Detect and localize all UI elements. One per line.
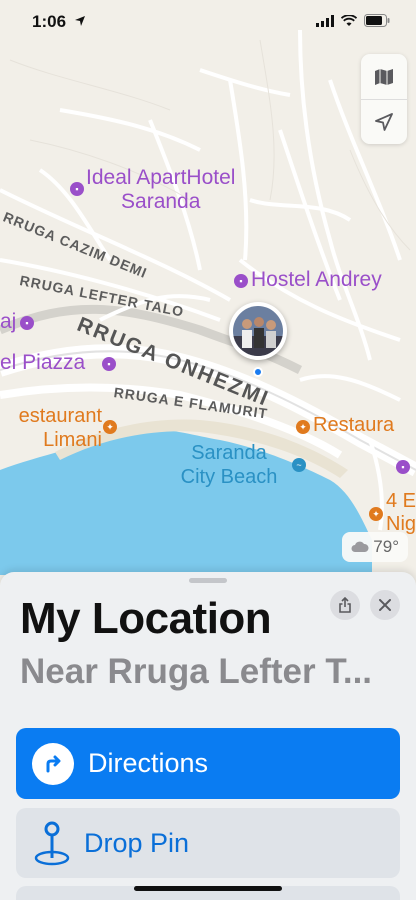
hotel-icon[interactable]: ▪ <box>102 357 116 371</box>
poi-label: Saranda <box>191 442 267 464</box>
home-indicator[interactable] <box>134 886 282 891</box>
poi-label: estaurant <box>18 405 102 427</box>
location-arrow-icon <box>375 113 393 131</box>
location-arrow-icon <box>74 16 85 26</box>
sheet-grabber[interactable] <box>189 578 227 583</box>
poi-label: City Beach <box>180 466 278 488</box>
drop-pin-label: Drop Pin <box>84 827 190 858</box>
share-button[interactable] <box>330 590 360 620</box>
status-time: 1:06 <box>32 12 86 32</box>
sheet-title: My Location <box>20 594 272 643</box>
poi-label: Ideal ApartHotel <box>86 166 236 189</box>
poi-aj[interactable]: aj <box>0 310 16 334</box>
status-bar: 1:06 <box>0 0 416 46</box>
restaurant-icon[interactable]: ✦ <box>369 507 383 521</box>
avatar-photo-icon <box>233 306 283 356</box>
map-mode-button[interactable] <box>361 54 407 99</box>
poi-4e[interactable]: 4 E Nig <box>386 490 416 536</box>
status-icons <box>316 14 390 27</box>
hotel-icon[interactable]: ▪ <box>20 316 34 330</box>
hotel-icon[interactable]: ▪ <box>70 182 84 196</box>
avatar <box>233 306 283 356</box>
poi-restaura[interactable]: Restaura <box>313 414 394 437</box>
map-icon <box>375 68 393 85</box>
temperature-text: 79° <box>373 537 399 556</box>
directions-label: Directions <box>88 748 209 778</box>
directions-button[interactable]: Directions <box>16 728 400 799</box>
current-location-dot <box>253 367 263 377</box>
wifi-icon <box>341 14 357 26</box>
poi-restaurant-limani[interactable]: estaurant Limani <box>0 404 102 452</box>
restaurant-icon[interactable]: ✦ <box>103 420 117 434</box>
hotel-icon[interactable]: ▪ <box>234 274 248 288</box>
directions-icon <box>32 742 74 785</box>
beach-icon[interactable]: ~ <box>292 458 306 472</box>
pin-icon <box>30 818 74 868</box>
close-button[interactable] <box>370 590 400 620</box>
poi-label: Limani <box>43 429 102 451</box>
turn-right-arrow-icon <box>46 755 61 772</box>
recenter-location-button[interactable] <box>361 99 407 144</box>
poi-label: 4 E <box>386 490 416 512</box>
poi-saranda-city-beach[interactable]: Saranda City Beach <box>164 441 294 489</box>
map-controls <box>361 54 407 144</box>
restaurant-icon[interactable]: ✦ <box>296 420 310 434</box>
drop-pin-button[interactable]: Drop Pin <box>16 808 400 878</box>
close-icon <box>379 599 391 611</box>
drop-pin-icon <box>34 821 70 866</box>
poi-label: Saranda <box>121 190 201 213</box>
time-text: 1:06 <box>32 12 67 31</box>
battery-icon <box>364 14 390 27</box>
poi-el-piazza[interactable]: el Piazza <box>0 351 85 375</box>
share-icon <box>339 597 351 613</box>
hotel-icon[interactable]: ▪ <box>396 460 410 474</box>
location-sheet[interactable]: My Location Near Rruga Lefter T... Direc… <box>0 572 416 900</box>
weather-badge[interactable]: 79° <box>342 532 408 562</box>
sheet-subtitle: Near Rruga Lefter T... <box>20 652 373 691</box>
poi-hostel-andrey[interactable]: Hostel Andrey <box>251 268 382 292</box>
user-location-avatar[interactable] <box>229 302 287 360</box>
poi-ideal-aparthotel[interactable]: Ideal ApartHotel Saranda <box>86 166 235 214</box>
cellular-signal-icon <box>316 14 334 27</box>
cloud-icon <box>351 541 369 552</box>
